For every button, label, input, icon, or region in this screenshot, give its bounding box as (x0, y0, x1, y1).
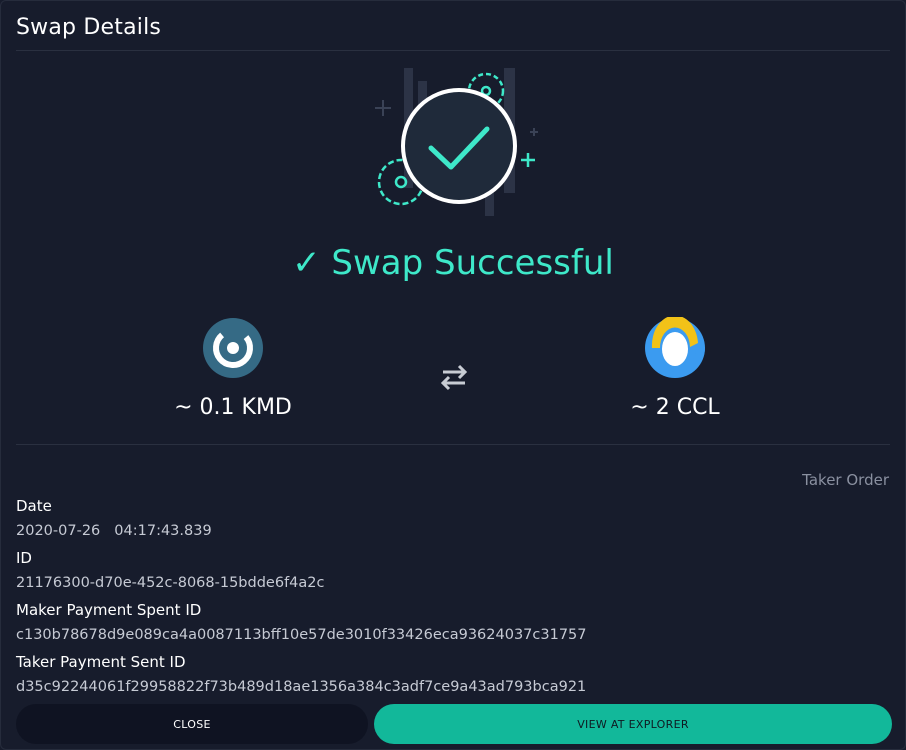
id-label: ID (16, 549, 32, 567)
date-label: Date (16, 497, 52, 515)
order-type-label: Taker Order (802, 471, 889, 489)
to-amount: ~ 2 CCL (630, 395, 720, 420)
from-coin: ~ 0.1 KMD (113, 317, 353, 420)
taker-payment-id: d35c92244061f29958822f73b489d18ae1356a38… (16, 679, 587, 695)
swap-details-modal: Swap Details ✓ Swap Successful ~ 0.1 KMD… (0, 0, 906, 750)
taker-payment-label: Taker Payment Sent ID (16, 653, 186, 671)
view-explorer-button[interactable]: VIEW AT EXPLORER (374, 704, 892, 744)
to-coin: ~ 2 CCL (555, 315, 795, 420)
id-value: 21176300-d70e-452c-8068-15bdde6f4a2c (16, 575, 325, 591)
from-amount: ~ 0.1 KMD (174, 395, 292, 420)
section-divider (16, 444, 890, 445)
modal-title: Swap Details (16, 15, 162, 40)
date-text: 2020-07-26 (16, 523, 101, 539)
success-illustration (375, 68, 538, 216)
maker-payment-id: c130b78678d9e089ca4a0087113bff10e57de301… (16, 627, 587, 643)
kmd-coin-icon (203, 318, 263, 378)
close-button[interactable]: CLOSE (16, 704, 368, 744)
time-text: 04:17:43.839 (114, 523, 212, 539)
header-divider (16, 50, 890, 51)
swap-status-text: ✓ Swap Successful (292, 243, 614, 283)
date-value: 2020-07-26 04:17:43.839 (16, 523, 212, 539)
ccl-coin-icon (645, 315, 706, 378)
swap-arrows-icon (440, 364, 468, 391)
maker-payment-label: Maker Payment Spent ID (16, 601, 202, 619)
